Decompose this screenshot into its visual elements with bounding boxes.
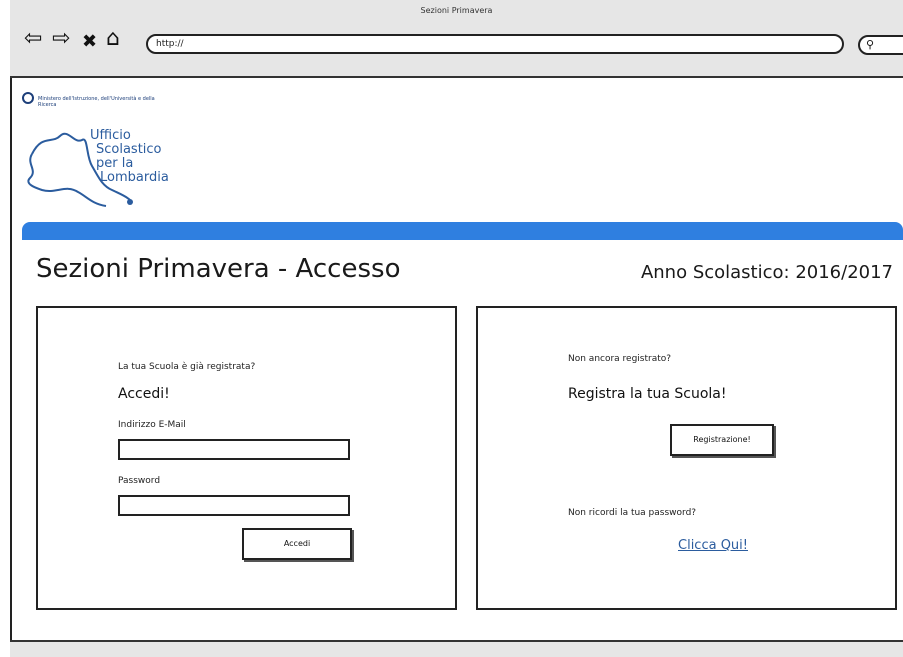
password-label: Password <box>118 476 161 486</box>
address-bar[interactable]: http:// <box>146 34 844 54</box>
school-year: Anno Scolastico: 2016/2017 <box>640 262 893 283</box>
search-box[interactable]: ⚲ <box>858 35 903 55</box>
register-button[interactable]: Registrazione! <box>670 424 774 456</box>
ministry-name: Ministero dell'Istruzione, dell'Universi… <box>38 96 155 108</box>
email-label: Indirizzo E-Mail <box>118 420 186 430</box>
login-question: La tua Scuola è già registrata? <box>118 362 256 372</box>
office-name-line: Ufficio <box>90 128 131 143</box>
office-name-line: per la <box>96 156 134 171</box>
search-icon: ⚲ <box>866 38 875 51</box>
register-panel: Non ancora registrato? Registra la tua S… <box>476 306 897 610</box>
office-name-line: Scolastico <box>96 142 162 157</box>
office-name-line: Lombardia <box>100 170 169 185</box>
office-logo: Ministero dell'Istruzione, dell'Universi… <box>22 88 242 218</box>
back-arrow-icon[interactable]: ⇦ <box>24 28 42 50</box>
browser-toolbar: Sezioni Primavera ⇦ ⇨ ✖ ⌂ http:// ⚲ <box>10 0 903 78</box>
header-accent-bar <box>22 222 903 240</box>
email-field[interactable] <box>118 439 350 460</box>
forward-arrow-icon[interactable]: ⇨ <box>52 28 70 50</box>
ministry-emblem-icon <box>22 92 34 104</box>
register-question: Non ancora registrato? <box>568 354 672 364</box>
login-panel: La tua Scuola è già registrata? Accedi! … <box>36 306 457 610</box>
forgot-password-text: Non ricordi la tua password? <box>568 508 697 518</box>
forgot-password-link[interactable]: Clicca Qui! <box>678 538 748 553</box>
register-heading: Registra la tua Scuola! <box>568 386 727 402</box>
stop-icon[interactable]: ✖ <box>82 31 97 53</box>
login-button[interactable]: Accedi <box>242 528 352 560</box>
office-name: Ufficio Scolastico per la Lombardia <box>90 129 169 185</box>
browser-status-bar <box>10 640 903 657</box>
home-icon[interactable]: ⌂ <box>106 28 120 50</box>
window-title: Sezioni Primavera <box>420 6 493 15</box>
page-title: Sezioni Primavera - Accesso <box>36 254 401 284</box>
login-heading: Accedi! <box>118 386 170 402</box>
password-field[interactable] <box>118 495 350 516</box>
